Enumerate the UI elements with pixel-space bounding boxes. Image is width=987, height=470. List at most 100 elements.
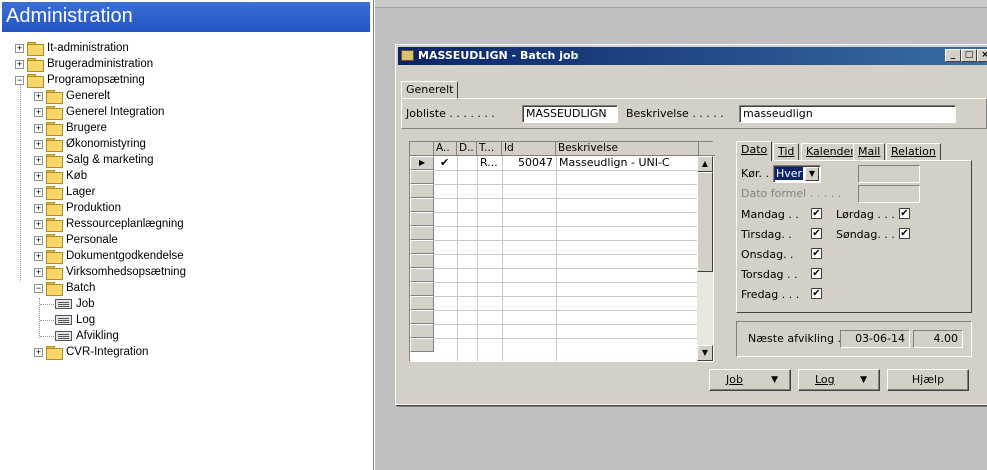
tree-item-ressourceplanlaegning[interactable]: + Ressourceplanlægning [34,216,184,232]
grid-scrollbar[interactable]: ▲ ▼ [697,156,713,361]
expand-icon[interactable]: + [34,155,43,165]
expand-icon[interactable]: + [34,171,43,181]
tab-tid[interactable]: Tid [773,143,800,161]
scroll-down-button[interactable]: ▼ [697,345,713,361]
tree-item-it-administration[interactable]: + It-administration [15,40,129,56]
jobliste-field[interactable]: MASSEUDLIGN [522,105,618,123]
scroll-up-button[interactable]: ▲ [697,156,713,172]
row-divider [434,268,697,269]
column-header-beskrivelse[interactable]: Beskrivelse [556,142,699,156]
tree-item-generelt[interactable]: + Generelt [34,88,110,104]
column-header-d[interactable]: D.. [457,142,477,156]
row-selector[interactable] [410,310,434,324]
row-selector[interactable] [410,226,434,240]
tab-kalender[interactable]: Kalender [801,143,860,161]
torsdag-checkbox[interactable]: ✔ [811,268,822,279]
cell-beskrivelse[interactable]: Masseudlign - UNI-C [559,156,670,170]
collapse-icon[interactable]: − [15,75,24,85]
expand-icon[interactable]: + [34,235,43,245]
tree-item-virksomhedsopsaetning[interactable]: + Virksomhedsopsætning [34,264,186,280]
expand-icon[interactable]: + [34,267,43,277]
sondag-checkbox[interactable]: ✔ [899,228,910,239]
tree-item-generel-integration[interactable]: + Generel Integration [34,104,164,120]
lordag-checkbox[interactable]: ✔ [899,208,910,219]
expand-icon[interactable]: + [34,187,43,197]
row-selector[interactable] [410,184,434,198]
row-selector[interactable] [410,324,434,338]
tab-dato[interactable]: Dato [736,141,773,161]
onsdag-checkbox[interactable]: ✔ [811,248,822,259]
column-header-id[interactable]: Id [502,142,556,156]
folder-icon [27,42,44,56]
kor-dropdown[interactable]: Hver ▼ [773,165,821,183]
tree-item-afvikling[interactable]: Afvikling [55,328,119,344]
collapse-icon[interactable]: − [34,283,43,293]
tree-item-label: Generelt [66,90,111,102]
maximize-button[interactable]: □ [961,49,977,62]
log-menu-button[interactable]: Log ▼ [798,369,880,391]
folder-icon [46,106,63,120]
row-selector[interactable]: ▶ [410,156,434,170]
tree-item-cvr-integration[interactable]: + CVR-Integration [34,344,148,360]
beskrivelse-field[interactable]: masseudlign [739,105,956,123]
tree-item-brugeradministration[interactable]: + Brugeradministration [15,56,153,72]
job-button-label: Job [726,373,743,386]
expand-icon[interactable]: + [34,347,43,357]
help-button[interactable]: Hjælp [887,369,969,391]
row-divider [434,310,697,311]
tree-item-dokumentgodkendelse[interactable]: + Dokumentgodkendelse [34,248,184,264]
window-titlebar[interactable]: MASSEUDLIGN - Batch job [398,47,987,65]
mandag-checkbox[interactable]: ✔ [811,208,822,219]
row-selector[interactable] [410,170,434,184]
scroll-thumb[interactable] [697,172,713,272]
job-menu-button[interactable]: Job ▼ [709,369,791,391]
tab-relation[interactable]: Relation [886,143,941,161]
column-header-active[interactable]: A.. [434,142,457,156]
expand-icon[interactable]: + [15,43,24,53]
cell-id[interactable]: 50047 [506,156,553,170]
row-selector[interactable] [410,198,434,212]
expand-icon[interactable]: + [34,91,43,101]
tree-connector [20,82,21,282]
tab-mail[interactable]: Mail [853,143,886,161]
tree-item-produktion[interactable]: + Produktion [34,200,121,216]
cell-active[interactable]: ✔ [440,156,449,170]
row-selector[interactable] [410,254,434,268]
caret-down-icon: ▼ [860,375,867,385]
folder-icon [46,266,63,280]
row-selector[interactable] [410,282,434,296]
column-header-type[interactable]: T... [477,142,502,156]
tree-item-log[interactable]: Log [55,312,95,328]
tree-item-programopsaetning[interactable]: − Programopsætning [15,72,145,88]
chevron-down-icon[interactable]: ▼ [805,167,819,181]
expand-icon[interactable]: + [34,139,43,149]
next-run-label: Næste afvikling . [748,332,841,345]
expand-icon[interactable]: + [34,203,43,213]
tree-item-brugere[interactable]: + Brugere [34,120,107,136]
row-selector[interactable] [410,212,434,226]
tree-item-personale[interactable]: + Personale [34,232,118,248]
expand-icon[interactable]: + [15,59,24,69]
tirsdag-checkbox[interactable]: ✔ [811,228,822,239]
row-selector[interactable] [410,296,434,310]
fredag-checkbox[interactable]: ✔ [811,288,822,299]
window-title: MASSEUDLIGN - Batch job [418,49,579,62]
jobs-grid: A.. D.. T... Id Beskrivelse ▶ ✔ R... 500… [409,141,715,362]
tree-item-okonomistyring[interactable]: + Økonomistyring [34,136,146,152]
tree-item-salg-marketing[interactable]: + Salg & marketing [34,152,154,168]
tree-item-job[interactable]: Job [55,296,95,312]
minimize-button[interactable]: _ [945,49,961,62]
row-selector[interactable] [410,240,434,254]
cell-type[interactable]: R... [480,156,498,170]
row-selector[interactable] [410,268,434,282]
row-selector[interactable] [410,338,434,352]
tree-item-batch[interactable]: − Batch [34,280,95,296]
tree-item-label: Batch [66,282,96,294]
expand-icon[interactable]: + [34,107,43,117]
tree-item-kob[interactable]: + Køb [34,168,87,184]
expand-icon[interactable]: + [34,219,43,229]
expand-icon[interactable]: + [34,251,43,261]
tree-item-lager[interactable]: + Lager [34,184,95,200]
expand-icon[interactable]: + [34,123,43,133]
close-button[interactable]: × [977,49,987,62]
